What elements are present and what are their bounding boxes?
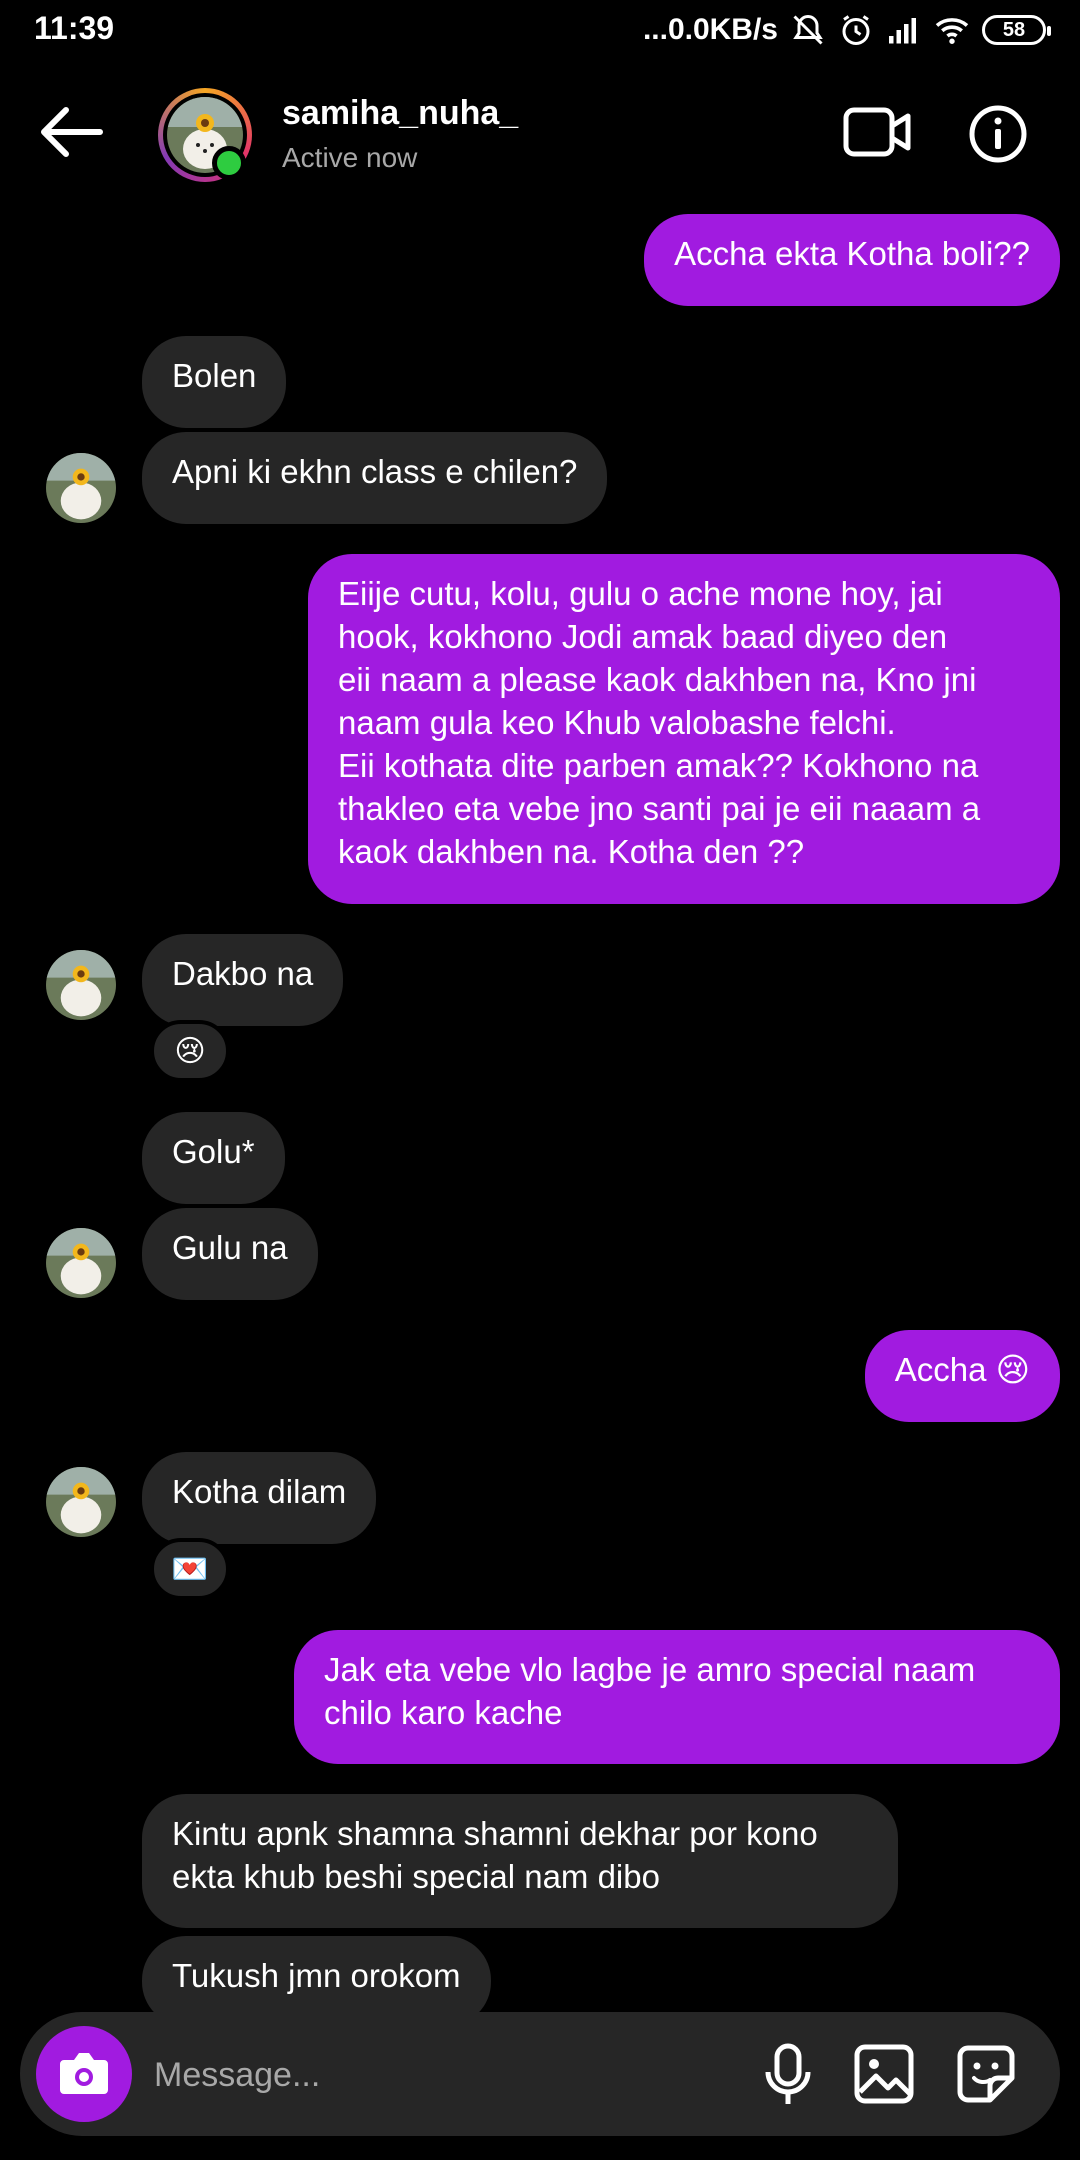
message-bubble-incoming[interactable]: Golu* [142, 1112, 285, 1204]
message-bubble-outgoing[interactable]: Jak eta vebe vlo lagbe je amro special n… [294, 1630, 1060, 1764]
sender-avatar[interactable] [46, 950, 116, 1020]
sender-avatar[interactable] [46, 453, 116, 523]
battery-indicator: 58 [982, 15, 1051, 45]
active-status: Active now [282, 142, 418, 173]
chat-header: samiha_nuha_ Active now [0, 64, 1080, 214]
message-bubble-incoming[interactable]: Bolen [142, 336, 287, 428]
sender-avatar[interactable] [46, 1228, 116, 1298]
message-composer [20, 2012, 1060, 2136]
online-indicator [212, 146, 246, 180]
info-icon[interactable] [968, 104, 1028, 164]
status-bar: 11:39 ...0.0KB/s 58 [0, 0, 1080, 64]
wifi-icon [935, 18, 969, 44]
chat-username[interactable]: samiha_nuha_ [282, 94, 518, 133]
camera-button[interactable] [36, 2026, 132, 2122]
alarm-icon [842, 15, 870, 45]
camera-icon [60, 2053, 108, 2094]
sender-avatar[interactable] [46, 1467, 116, 1537]
message-reaction[interactable]: 😢 [150, 1020, 230, 1082]
message-bubble-incoming[interactable]: Kintu apnk shamna shamni dekhar por kono… [142, 1794, 898, 1928]
message-bubble-outgoing[interactable]: Eiije cutu, kolu, gulu o ache mone hoy, … [308, 554, 1060, 904]
message-bubble-incoming[interactable]: Kotha dilam [142, 1452, 377, 1544]
message-bubble-outgoing[interactable]: Accha ekta Kotha boli?? [644, 214, 1060, 306]
message-bubble-incoming[interactable]: Apni ki ekhn class e chilen? [142, 432, 608, 524]
gallery-icon[interactable] [852, 2042, 916, 2106]
silent-bell-icon [793, 14, 823, 45]
message-reaction[interactable]: 💌 [150, 1538, 230, 1600]
signal-icon [889, 18, 916, 44]
microphone-icon[interactable] [758, 2042, 818, 2108]
message-input[interactable] [152, 2042, 716, 2108]
message-bubble-incoming[interactable]: Gulu na [142, 1208, 318, 1300]
status-time: 11:39 [34, 10, 115, 46]
sticker-icon[interactable] [954, 2042, 1018, 2106]
video-call-icon[interactable] [842, 102, 914, 162]
message-bubble-outgoing[interactable]: Accha 😢 [864, 1330, 1060, 1422]
message-bubble-incoming[interactable]: Dakbo na [142, 934, 344, 1026]
status-icons: ...0.0KB/s 58 [642, 8, 1051, 52]
network-speed: ...0.0KB/s [642, 13, 778, 46]
back-arrow-icon[interactable] [36, 104, 106, 160]
